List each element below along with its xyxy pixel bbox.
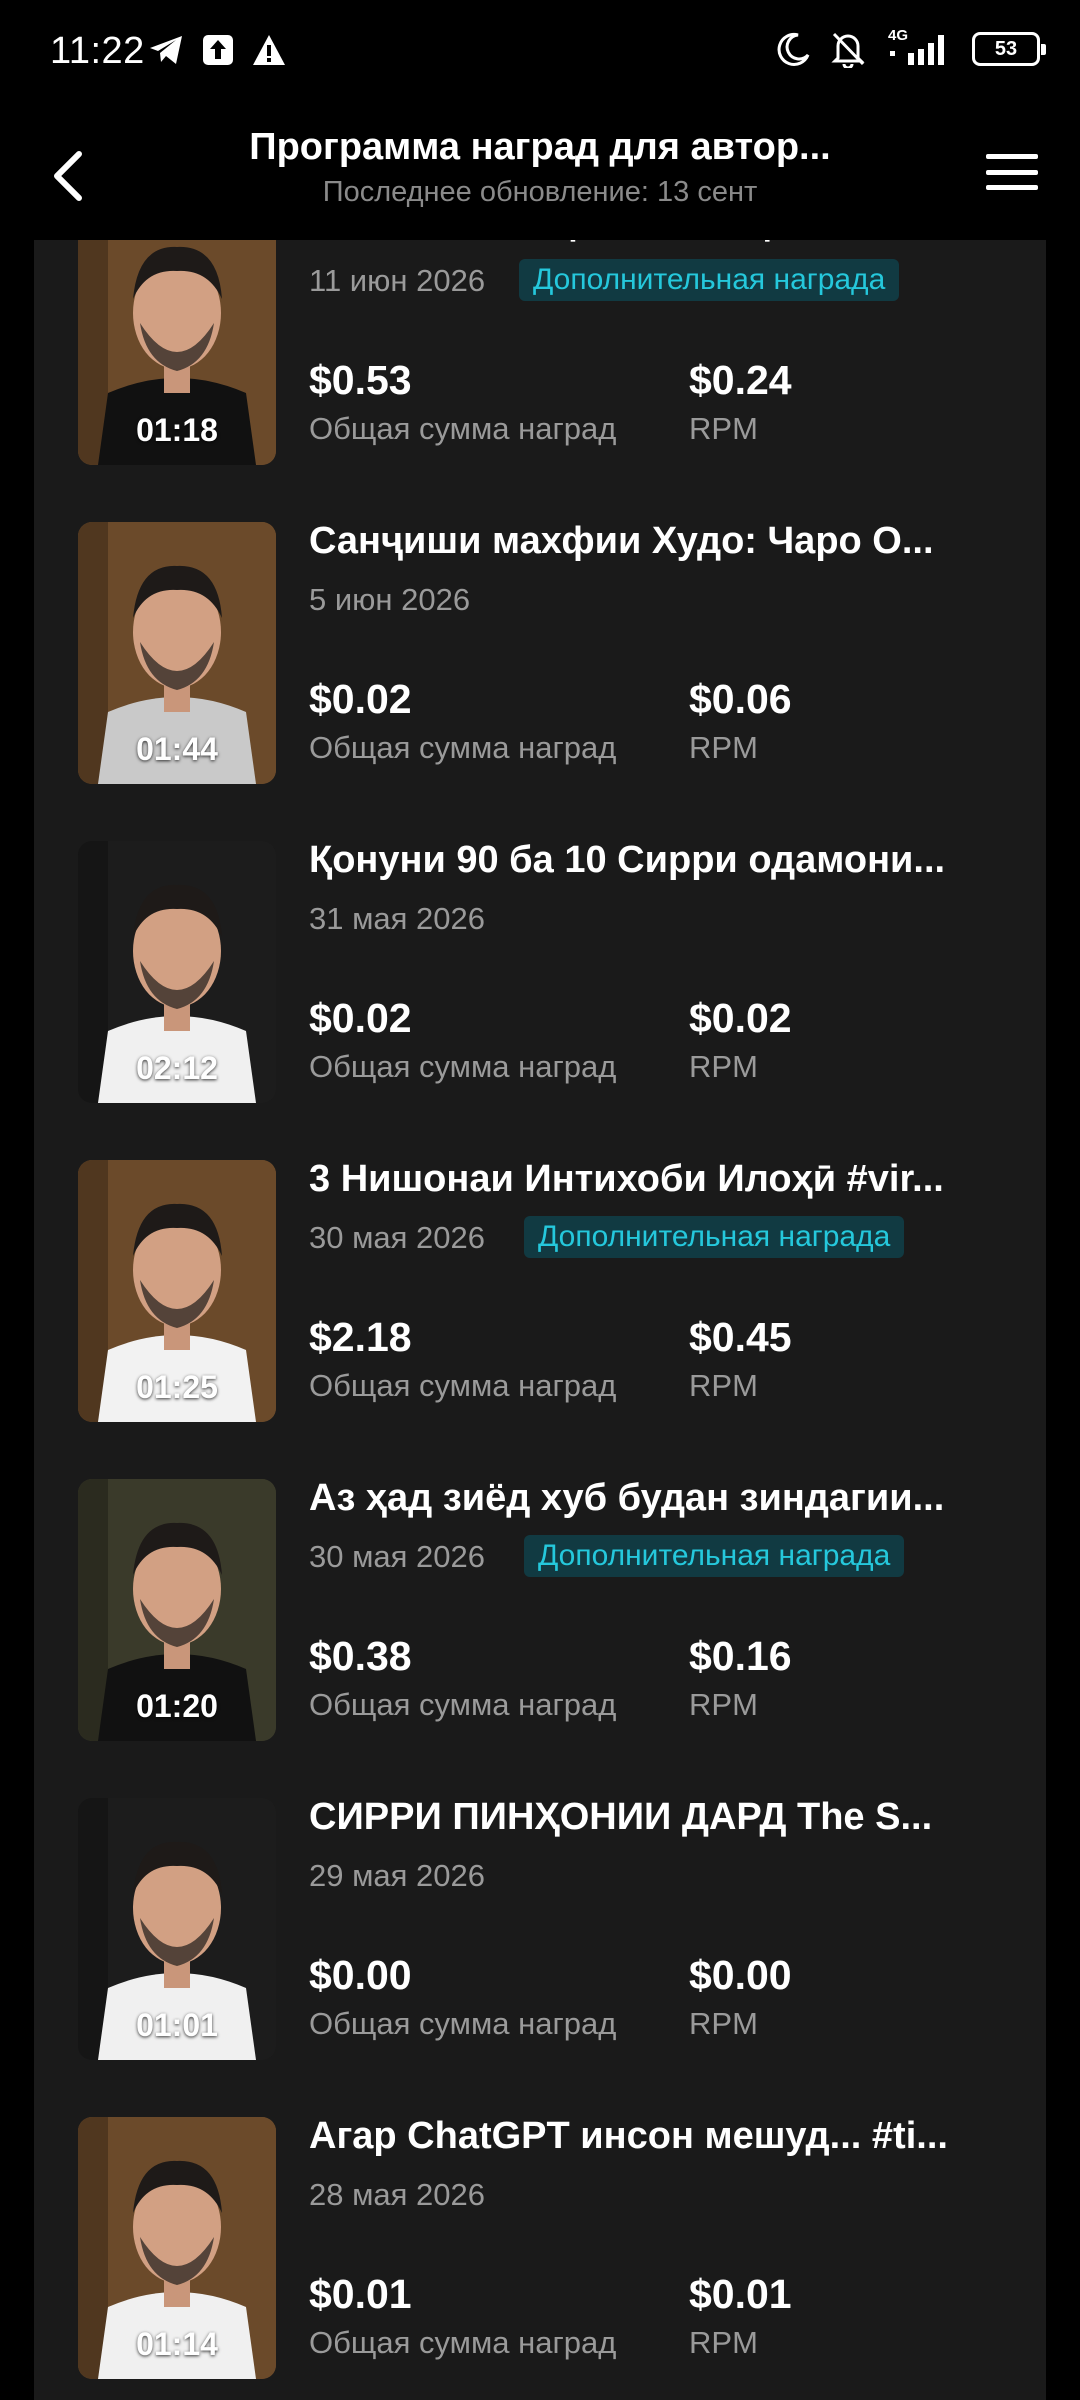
- video-thumbnail[interactable]: 01:44: [78, 522, 276, 784]
- total-rewards-label: Общая сумма наград: [309, 2006, 617, 2041]
- total-rewards-value: $2.18: [309, 1314, 412, 1360]
- battery-level: 53: [994, 37, 1018, 60]
- video-duration: 02:12: [136, 1050, 218, 1086]
- video-title: 3 Нишонаи Интихоби Илоҳӣ #vir...: [309, 1158, 944, 1200]
- upload-icon: [203, 35, 233, 65]
- video-duration: 01:20: [136, 1688, 218, 1724]
- total-rewards-label: Общая сумма наград: [309, 2325, 617, 2360]
- video-title: Санҷиши махфии Худо: Чаро О...: [309, 520, 934, 562]
- video-title: 3 аломати наҷоти Иллоҳӣ #tikto...: [309, 240, 1009, 244]
- rpm-label: RPM: [689, 1687, 758, 1722]
- status-bar: 11:22 4G 53: [0, 0, 1080, 110]
- video-date: 31 мая 2026: [309, 901, 486, 936]
- video-date: 30 мая 2026: [309, 1220, 486, 1255]
- menu-button[interactable]: [982, 142, 1042, 202]
- total-rewards-label: Общая сумма наград: [309, 1049, 617, 1084]
- video-title: Қонуни 90 ба 10 Сирри одамони...: [309, 839, 946, 881]
- rpm-label: RPM: [689, 2006, 758, 2041]
- video-thumbnail[interactable]: 01:01: [78, 1798, 276, 2060]
- warning-icon: [253, 35, 285, 65]
- bell-off-icon: [831, 32, 865, 68]
- status-icons-left: [148, 34, 286, 66]
- bonus-reward-badge: Дополнительная награда: [524, 1216, 905, 1258]
- rpm-value: $0.00: [689, 1952, 792, 1998]
- rpm-value: $0.02: [689, 995, 792, 1041]
- video-title: СИРРИ ПИНҲОНИИ ДАРД The S...: [309, 1796, 933, 1838]
- battery-icon: 53: [972, 32, 1046, 66]
- video-list[interactable]: 01:18 3 аломати наҷоти Иллоҳӣ #tikto... 11…: [34, 240, 1046, 2400]
- video-date: 28 мая 2026: [309, 2177, 486, 2212]
- video-title: Аз ҳад зиёд хуб будан зиндагии...: [309, 1477, 945, 1519]
- video-thumbnail[interactable]: 01:25: [78, 1160, 276, 1422]
- rpm-value: $0.06: [689, 676, 792, 722]
- rpm-label: RPM: [689, 2325, 758, 2360]
- telegram-icon: [150, 36, 182, 64]
- total-rewards-label: Общая сумма наград: [309, 1687, 617, 1722]
- status-icons-right: 4G 53: [776, 27, 1046, 68]
- rpm-label: RPM: [689, 1049, 758, 1084]
- status-time: 11:22: [50, 30, 145, 72]
- total-rewards-value: $0.01: [309, 2271, 412, 2317]
- total-rewards-label: Общая сумма наград: [309, 1368, 617, 1403]
- video-list-item[interactable]: 01:18 3 аломати наҷоти Иллоҳӣ #tikto... 11…: [34, 240, 1046, 521]
- menu-icon: [986, 154, 1038, 159]
- bonus-reward-badge: Дополнительная награда: [519, 259, 900, 301]
- video-list-item[interactable]: 01:25 3 Нишонаи Интихоби Илоҳӣ #vir... 30 …: [34, 1158, 1046, 1478]
- back-arrow-icon: [54, 151, 82, 201]
- rpm-label: RPM: [689, 730, 758, 765]
- video-list-item[interactable]: 01:14 Агар ChatGPT инсон мешуд... #ti... 2…: [34, 2115, 1046, 2400]
- rpm-value: $0.01: [689, 2271, 792, 2317]
- app-header: Программа наград для автор... Последнее …: [0, 110, 1080, 240]
- video-date: 11 июн 2026: [309, 263, 486, 298]
- video-thumbnail[interactable]: 02:12: [78, 841, 276, 1103]
- video-duration: 01:01: [136, 2007, 218, 2043]
- video-duration: 01:18: [136, 412, 218, 448]
- video-thumbnail[interactable]: 01:18: [78, 240, 276, 465]
- video-date: 5 июн 2026: [309, 582, 471, 617]
- video-list-item[interactable]: 02:12 Қонуни 90 ба 10 Сирри одамони... 31 …: [34, 839, 1046, 1159]
- video-duration: 01:25: [136, 1369, 218, 1405]
- total-rewards-label: Общая сумма наград: [309, 730, 617, 765]
- total-rewards-value: $0.02: [309, 995, 412, 1041]
- video-thumbnail[interactable]: 01:14: [78, 2117, 276, 2379]
- video-duration: 01:14: [136, 2326, 218, 2362]
- rpm-label: RPM: [689, 411, 758, 446]
- total-rewards-value: $0.00: [309, 1952, 412, 1998]
- bonus-reward-badge: Дополнительная награда: [524, 1535, 905, 1577]
- video-list-item[interactable]: 01:01 СИРРИ ПИНҲОНИИ ДАРД The S... 29 мая …: [34, 1796, 1046, 2116]
- video-date: 29 мая 2026: [309, 1858, 486, 1893]
- page-title: Программа наград для автор...: [249, 126, 831, 168]
- video-thumbnail[interactable]: 01:20: [78, 1479, 276, 1741]
- video-duration: 01:44: [136, 731, 218, 767]
- signal-icon: 4G: [884, 27, 954, 67]
- last-updated-text: Последнее обновление: 13 сент: [322, 176, 758, 208]
- total-rewards-value: $0.02: [309, 676, 412, 722]
- total-rewards-value: $0.38: [309, 1633, 412, 1679]
- rpm-value: $0.16: [689, 1633, 792, 1679]
- back-button[interactable]: [38, 136, 98, 216]
- video-title: Агар ChatGPT инсон мешуд... #ti...: [309, 2115, 948, 2157]
- rpm-value: $0.45: [689, 1314, 792, 1360]
- rpm-value: $0.24: [689, 357, 792, 403]
- video-list-item[interactable]: 01:44 Санҷиши махфии Худо: Чаро О... 5 июн…: [34, 520, 1046, 840]
- total-rewards-label: Общая сумма наград: [309, 411, 617, 446]
- total-rewards-value: $0.53: [309, 357, 412, 403]
- video-date: 30 мая 2026: [309, 1539, 486, 1574]
- video-list-item[interactable]: 01:20 Аз ҳад зиёд хуб будан зиндагии... 30…: [34, 1477, 1046, 1797]
- rpm-label: RPM: [689, 1368, 758, 1403]
- moon-icon: [777, 32, 810, 66]
